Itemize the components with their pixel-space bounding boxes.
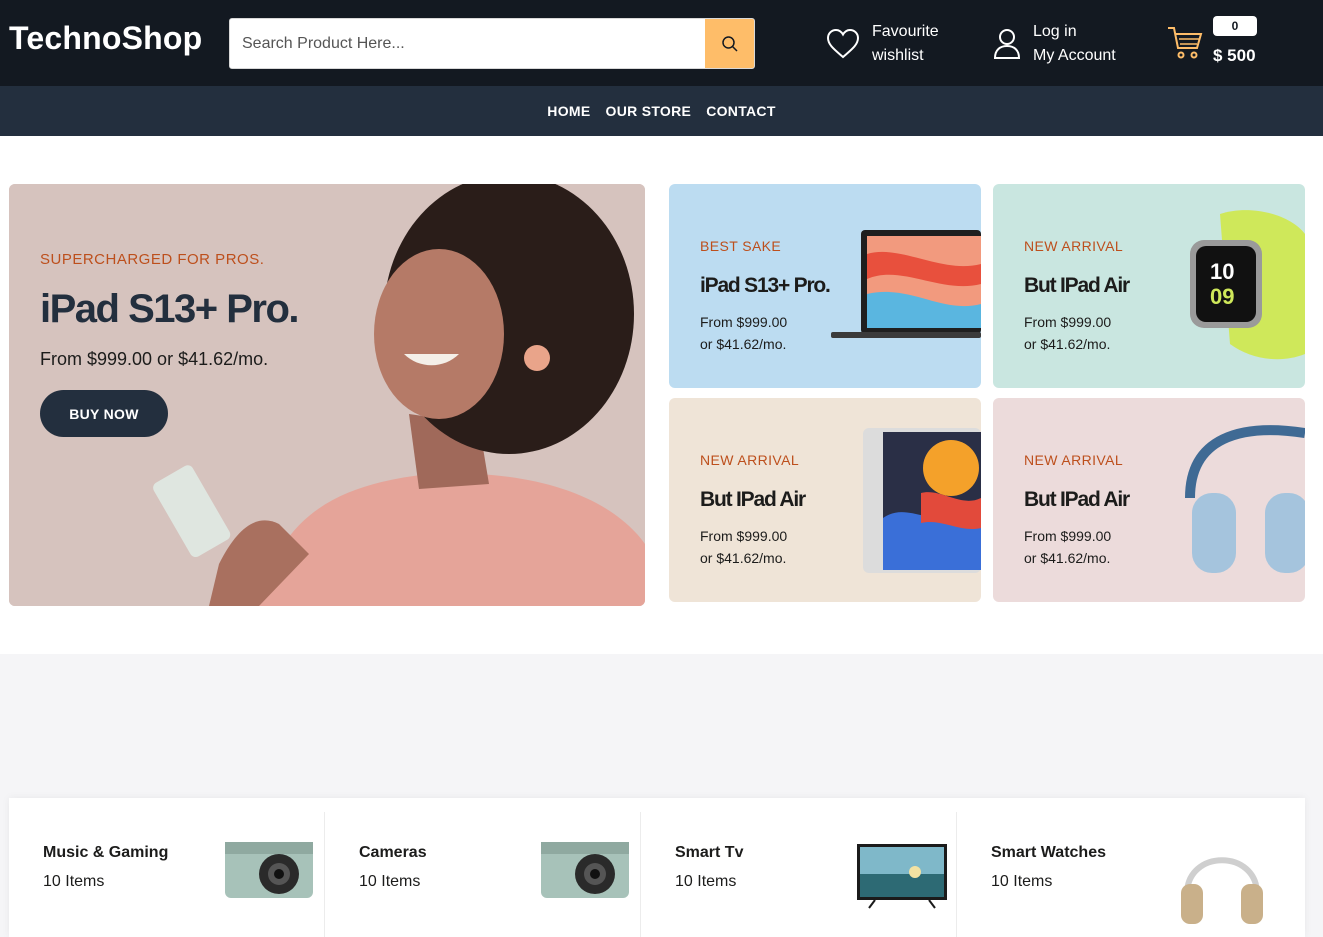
category-count: 10 Items	[359, 873, 421, 890]
category-item[interactable]: Music & Gaming 10 Items	[9, 812, 325, 937]
tablet-image	[863, 428, 981, 573]
category-count: 10 Items	[43, 873, 105, 890]
wishlist-sublabel: wishlist	[872, 47, 924, 64]
card-title: But IPad Air	[1024, 488, 1130, 511]
main-nav: HOME OUR STORE CONTACT	[0, 86, 1323, 136]
user-icon	[993, 28, 1021, 60]
promo-card[interactable]: NEW ARRIVAL But IPad Air From $999.00 or…	[993, 398, 1305, 602]
nav-home[interactable]: HOME	[547, 103, 590, 119]
cart-icon[interactable]	[1166, 24, 1204, 67]
account-link[interactable]: Log in My Account	[993, 20, 1116, 68]
category-count: 10 Items	[991, 873, 1053, 890]
card-title: But IPad Air	[1024, 274, 1130, 297]
svg-text:09: 09	[1210, 284, 1234, 309]
search-input[interactable]	[230, 19, 706, 68]
logo[interactable]: TechnoShop	[9, 20, 202, 57]
category-name: Smart Tv	[675, 844, 744, 861]
card-price: From $999.00	[1024, 528, 1112, 544]
headphones-image	[1181, 857, 1263, 924]
card-monthly-price: or $41.62/mo.	[1024, 336, 1111, 352]
wishlist-label: Favourite	[872, 23, 939, 40]
card-eyebrow: NEW ARRIVAL	[1024, 238, 1124, 254]
card-eyebrow: NEW ARRIVAL	[700, 452, 800, 468]
hero-title: iPad S13+ Pro.	[40, 287, 300, 331]
search-icon	[721, 35, 738, 52]
card-monthly-price: or $41.62/mo.	[700, 550, 787, 566]
nav-contact[interactable]: CONTACT	[706, 103, 776, 119]
card-price: From $999.00	[1024, 314, 1112, 330]
wishlist-link[interactable]: Favourite wishlist	[826, 20, 939, 68]
card-eyebrow: NEW ARRIVAL	[1024, 452, 1124, 468]
category-name: Cameras	[359, 844, 427, 861]
promo-card[interactable]: NEW ARRIVAL But IPad Air From $999.00 or…	[669, 398, 981, 602]
nav-our-store[interactable]: OUR STORE	[606, 103, 692, 119]
laptop-image	[831, 230, 981, 338]
search-bar	[229, 18, 755, 69]
card-title: But IPad Air	[700, 488, 806, 511]
cart-total[interactable]: $ 500	[1213, 46, 1256, 66]
tv-image	[857, 844, 947, 909]
camera-image	[541, 842, 629, 898]
card-eyebrow: BEST SAKE	[700, 238, 782, 254]
camera-image	[225, 842, 313, 898]
login-label: Log in	[1033, 23, 1077, 40]
hero-banner[interactable]: SUPERCHARGED FOR PROS. iPad S13+ Pro. Fr…	[9, 184, 645, 606]
search-button[interactable]	[705, 19, 754, 68]
card-price: From $999.00	[700, 314, 788, 330]
category-item[interactable]: Smart Tv 10 Items	[641, 812, 957, 937]
my-account-label: My Account	[1033, 47, 1116, 64]
card-monthly-price: or $41.62/mo.	[1024, 550, 1111, 566]
buy-now-button[interactable]: BUY NOW	[40, 390, 168, 437]
hero-eyebrow: SUPERCHARGED FOR PROS.	[40, 251, 265, 268]
category-name: Music & Gaming	[43, 844, 169, 861]
headphones-image	[1185, 425, 1305, 573]
category-count: 10 Items	[675, 873, 737, 890]
card-price: From $999.00	[700, 528, 788, 544]
top-header: TechnoShop Favourite wishlist	[0, 0, 1323, 86]
cart-count-badge: 0	[1213, 16, 1257, 36]
hero-price: From $999.00 or $41.62/mo.	[40, 349, 269, 369]
categories-strip: Music & Gaming 10 Items Cameras 10 Items…	[9, 798, 1305, 937]
promo-card[interactable]: BEST SAKE iPad S13+ Pro. From $999.00 or…	[669, 184, 981, 388]
category-name: Smart Watches	[991, 844, 1106, 861]
card-monthly-price: or $41.62/mo.	[700, 336, 787, 352]
category-item[interactable]: Smart Watches 10 Items	[957, 812, 1273, 937]
category-item[interactable]: Cameras 10 Items	[325, 812, 641, 937]
promo-card[interactable]: 10 09 NEW ARRIVAL But IPad Air From $999…	[993, 184, 1305, 388]
heart-icon	[826, 28, 860, 60]
card-title: iPad S13+ Pro.	[700, 274, 831, 297]
smartwatch-image: 10 09	[1190, 210, 1305, 360]
svg-text:10: 10	[1210, 259, 1234, 284]
